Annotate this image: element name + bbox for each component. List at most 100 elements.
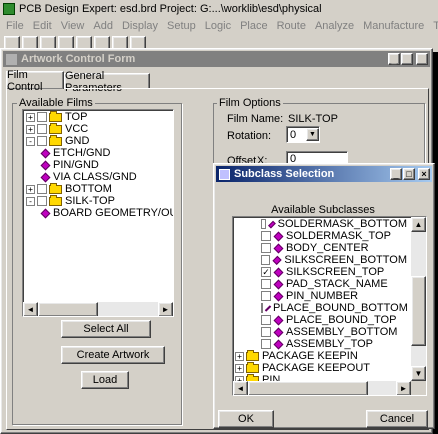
- menu-item-manufacture[interactable]: Manufacture: [363, 20, 424, 32]
- expand-icon[interactable]: +: [26, 124, 35, 134]
- subclass-tree-item[interactable]: BODY_CENTER: [235, 242, 407, 254]
- film-tree-item[interactable]: - SILK-TOP: [26, 194, 173, 207]
- minimize-button[interactable]: _: [390, 168, 402, 180]
- expand-icon[interactable]: +: [26, 112, 35, 122]
- menu-item-analyze[interactable]: Analyze: [315, 20, 354, 32]
- scroll-up-button[interactable]: ▲: [411, 217, 426, 232]
- select-all-button[interactable]: Select All: [61, 320, 151, 338]
- subclass-tree-item[interactable]: SILKSCREEN_BOTTOM: [235, 254, 407, 266]
- menu-item-view[interactable]: View: [61, 20, 85, 32]
- rotation-value: 0: [290, 128, 297, 141]
- create-artwork-button[interactable]: Create Artwork: [61, 346, 165, 364]
- checkbox[interactable]: [37, 124, 47, 134]
- tab-general-parameters[interactable]: General Parameters: [64, 70, 150, 94]
- scroll-thumb[interactable]: [248, 381, 368, 395]
- subclass-tree-item[interactable]: PAD_STACK_NAME: [235, 278, 407, 290]
- checkbox[interactable]: [261, 291, 271, 301]
- scroll-down-button[interactable]: ▼: [411, 366, 426, 381]
- subclass-label: SOLDERMASK_BOTTOM: [277, 218, 407, 230]
- film-tree-item[interactable]: + VCC: [26, 122, 173, 135]
- collapse-icon[interactable]: -: [26, 196, 35, 206]
- scroll-right-button[interactable]: ►: [396, 381, 411, 395]
- expand-icon[interactable]: +: [235, 363, 244, 373]
- subclass-tree-item[interactable]: + PACKAGE KEEPIN: [235, 349, 407, 362]
- subclass-tree-item[interactable]: ASSEMBLY_BOTTOM: [235, 326, 407, 338]
- menu-item-edit[interactable]: Edit: [33, 20, 52, 32]
- checkbox[interactable]: [37, 196, 47, 206]
- subclass-tree-item[interactable]: PLACE_BOUND_TOP: [235, 314, 407, 326]
- film-tree-item[interactable]: + BOTTOM: [26, 182, 173, 195]
- collapse-icon[interactable]: -: [26, 136, 35, 146]
- close-button[interactable]: ×: [418, 168, 430, 180]
- subclass-tree-item[interactable]: SOLDERMASK_TOP: [235, 230, 407, 242]
- checkbox[interactable]: [261, 339, 271, 349]
- load-button[interactable]: Load: [81, 371, 129, 389]
- folder-icon: [49, 110, 62, 122]
- app-title: PCB Design Expert: esd.brd Project: G:..…: [19, 3, 322, 15]
- film-tree-item[interactable]: - GND: [26, 134, 173, 147]
- expand-icon[interactable]: +: [235, 351, 244, 361]
- film-name-value: SILK-TOP: [288, 113, 338, 125]
- checkbox[interactable]: [261, 315, 271, 325]
- subclass-tree-item[interactable]: ASSEMBLY_TOP: [235, 338, 407, 350]
- folder-icon: [246, 361, 259, 373]
- film-tree-item[interactable]: BOARD GEOMETRY/OUT: [26, 207, 173, 219]
- subclass-label: BODY_CENTER: [286, 242, 369, 254]
- menu-item-tools[interactable]: Tools: [433, 20, 438, 32]
- checkbox[interactable]: [261, 219, 266, 229]
- subclass-tree-item[interactable]: + PACKAGE KEEPOUT: [235, 361, 407, 374]
- subclass-icon: [40, 160, 51, 170]
- maximize-button[interactable]: □: [401, 53, 413, 65]
- subclass-label: PLACE_BOUND_TOP: [286, 314, 397, 326]
- subclass-icon: [264, 304, 272, 312]
- scroll-thumb[interactable]: [411, 276, 426, 346]
- checkbox[interactable]: [261, 327, 271, 337]
- films-tree[interactable]: + TOP + VCC - GND ETCH/GND PIN/GND VIA CLASS/GND…: [22, 109, 174, 317]
- subclass-tree-item[interactable]: ✓ SILKSCREEN_TOP: [235, 266, 407, 278]
- menu-item-place[interactable]: Place: [240, 20, 268, 32]
- checkbox[interactable]: [261, 231, 271, 241]
- menu-item-display[interactable]: Display: [122, 20, 158, 32]
- ok-button[interactable]: OK: [218, 410, 274, 428]
- expand-icon[interactable]: +: [26, 184, 35, 194]
- folder-icon: [49, 122, 62, 134]
- film-tree-item[interactable]: PIN/GND: [26, 159, 173, 171]
- films-hscrollbar[interactable]: ◄ ►: [23, 302, 173, 316]
- scroll-thumb[interactable]: [38, 302, 98, 316]
- subclass-label: SILKSCREEN_BOTTOM: [284, 254, 407, 266]
- checkbox[interactable]: [261, 243, 271, 253]
- subclass-tree-item[interactable]: SOLDERMASK_BOTTOM: [235, 218, 407, 230]
- menu-item-file[interactable]: File: [6, 20, 24, 32]
- menu-item-add[interactable]: Add: [93, 20, 113, 32]
- maximize-button[interactable]: □: [403, 168, 415, 180]
- menu-item-logic[interactable]: Logic: [205, 20, 231, 32]
- close-button[interactable]: ×: [416, 53, 428, 65]
- checkbox[interactable]: [261, 303, 263, 313]
- checkbox[interactable]: [261, 255, 270, 265]
- film-tree-item[interactable]: VIA CLASS/GND: [26, 171, 173, 183]
- checkbox[interactable]: [37, 184, 47, 194]
- menu-item-route[interactable]: Route: [277, 20, 306, 32]
- subclass-tree[interactable]: SOLDERMASK_BOTTOM SOLDERMASK_TOP BODY_CENT…: [232, 216, 427, 396]
- subclass-tree-item[interactable]: PLACE_BOUND_BOTTOM: [235, 302, 407, 314]
- film-tree-item[interactable]: + TOP: [26, 110, 173, 123]
- subclass-label: SOLDERMASK_TOP: [286, 230, 391, 242]
- film-tree-item[interactable]: ETCH/GND: [26, 147, 173, 159]
- dropdown-arrow-icon[interactable]: ▼: [306, 128, 319, 141]
- tab-film-control[interactable]: Film Control: [6, 69, 64, 93]
- subclass-tree-item[interactable]: PIN_NUMBER: [235, 290, 407, 302]
- folder-icon: [246, 349, 259, 361]
- menu-item-setup[interactable]: Setup: [167, 20, 196, 32]
- scroll-right-button[interactable]: ►: [158, 302, 173, 316]
- checkbox[interactable]: [261, 279, 271, 289]
- scroll-left-button[interactable]: ◄: [23, 302, 38, 316]
- checkbox[interactable]: ✓: [261, 267, 271, 277]
- subclass-vscrollbar[interactable]: ▲ ▼: [411, 217, 426, 381]
- minimize-button[interactable]: _: [388, 53, 400, 65]
- checkbox[interactable]: [37, 112, 47, 122]
- scroll-left-button[interactable]: ◄: [233, 381, 248, 395]
- subclass-hscrollbar[interactable]: ◄ ►: [233, 381, 411, 395]
- cancel-button[interactable]: Cancel: [366, 410, 428, 428]
- checkbox[interactable]: [37, 136, 47, 146]
- rotation-select[interactable]: 0 ▼: [286, 126, 320, 143]
